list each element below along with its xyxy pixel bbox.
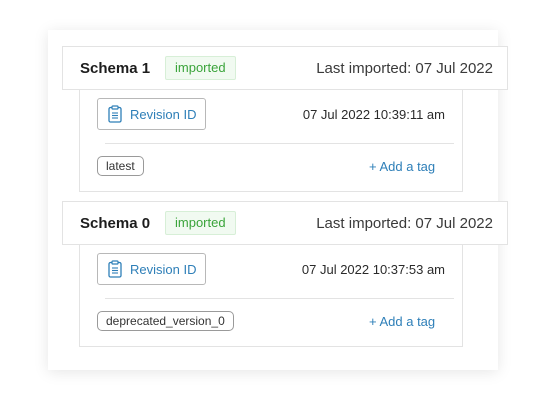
last-imported-text: Last imported: 07 Jul 2022: [316, 59, 493, 77]
tag-chip[interactable]: latest: [97, 156, 144, 176]
revision-panel: Revision ID 07 Jul 2022 10:37:53 am depr…: [79, 245, 463, 347]
revision-timestamp: 07 Jul 2022 10:39:11 am: [302, 107, 445, 122]
add-tag-link[interactable]: + Add a tag: [369, 159, 435, 174]
revision-id-label: Revision ID: [130, 106, 197, 122]
schema-header[interactable]: Schema 1 imported Last imported: 07 Jul …: [62, 46, 508, 90]
schema-name: Schema 0: [80, 214, 151, 232]
add-tag-link[interactable]: + Add a tag: [369, 314, 435, 329]
clipboard-icon: [108, 105, 122, 123]
revision-panel: Revision ID 07 Jul 2022 10:39:11 am late…: [79, 90, 463, 192]
revision-id-button[interactable]: Revision ID: [97, 253, 206, 285]
status-badge: imported: [165, 56, 236, 80]
tag-chip[interactable]: deprecated_version_0: [97, 311, 234, 331]
revision-timestamp: 07 Jul 2022 10:37:53 am: [301, 262, 445, 277]
revision-id-label: Revision ID: [130, 261, 197, 277]
divider: [105, 298, 454, 299]
divider: [105, 143, 454, 144]
clipboard-icon: [108, 260, 122, 278]
last-imported-text: Last imported: 07 Jul 2022: [316, 214, 493, 232]
revision-id-button[interactable]: Revision ID: [97, 98, 206, 130]
schema-header[interactable]: Schema 0 imported Last imported: 07 Jul …: [62, 201, 508, 245]
schema-name: Schema 1: [80, 59, 151, 77]
status-badge: imported: [165, 211, 236, 235]
